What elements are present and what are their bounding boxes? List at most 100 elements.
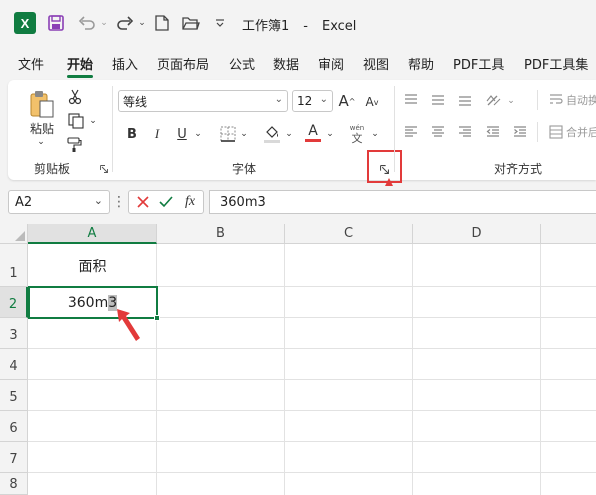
row-header-5[interactable]: 5 xyxy=(0,380,28,411)
paste-button[interactable]: 粘贴 xyxy=(22,120,62,136)
grid-line xyxy=(540,244,541,495)
row-header-3[interactable]: 3 xyxy=(0,318,28,349)
top-align-icon[interactable] xyxy=(402,92,420,108)
format-painter-icon[interactable] xyxy=(66,136,84,154)
align-center-icon[interactable] xyxy=(429,124,447,140)
fill-handle[interactable] xyxy=(154,315,160,321)
undo-icon[interactable] xyxy=(76,12,98,34)
merge-center-button[interactable]: 合并后 xyxy=(566,124,596,140)
column-header-c[interactable]: C xyxy=(285,224,413,244)
row-header-8[interactable]: 8 xyxy=(0,473,28,495)
wrap-text-button[interactable]: 自动换 xyxy=(566,92,596,108)
group-separator xyxy=(112,86,113,172)
font-size-select[interactable]: 12 ⌄ xyxy=(292,90,333,112)
paste-dropdown-icon[interactable]: ⌄ xyxy=(34,136,48,148)
underline-dropdown-icon[interactable]: ⌄ xyxy=(193,126,203,142)
align-right-icon[interactable] xyxy=(456,124,474,140)
name-box-dropdown-icon[interactable]: ⌄ xyxy=(94,194,103,207)
grid-line xyxy=(412,244,413,495)
grid-line xyxy=(28,379,596,380)
font-color-dropdown-icon[interactable]: ⌄ xyxy=(325,126,335,142)
cut-icon[interactable] xyxy=(66,88,84,106)
redo-dropdown-icon[interactable]: ⌄ xyxy=(137,14,147,32)
save-icon[interactable] xyxy=(46,12,66,34)
font-color-icon[interactable]: A xyxy=(303,122,323,144)
grid-line xyxy=(28,348,596,349)
increase-indent-icon[interactable] xyxy=(511,124,529,140)
column-header-b[interactable]: B xyxy=(157,224,285,244)
cancel-entry-icon[interactable] xyxy=(134,193,152,211)
tab-review[interactable]: 审阅 xyxy=(318,54,344,73)
decrease-font-size-icon[interactable]: Av xyxy=(362,92,382,112)
fill-color-dropdown-icon[interactable]: ⌄ xyxy=(284,126,294,142)
grid-line xyxy=(28,410,596,411)
wrap-text-icon[interactable] xyxy=(548,92,564,108)
bold-button[interactable]: B xyxy=(123,124,141,144)
select-all-corner[interactable] xyxy=(0,224,28,244)
borders-icon[interactable] xyxy=(218,124,238,144)
tab-data[interactable]: 数据 xyxy=(273,54,299,73)
grid-line xyxy=(28,472,596,473)
open-folder-icon[interactable] xyxy=(180,12,202,34)
decrease-indent-icon[interactable] xyxy=(484,124,502,140)
window-title: 工作簿1- Excel xyxy=(242,19,357,34)
redo-icon[interactable] xyxy=(114,12,136,34)
align-left-icon[interactable] xyxy=(402,124,420,140)
clipboard-dialog-launcher-icon[interactable] xyxy=(99,164,109,174)
middle-align-icon[interactable] xyxy=(429,92,447,108)
name-box[interactable]: A2 ⌄ xyxy=(8,190,110,214)
copy-icon[interactable] xyxy=(66,112,86,130)
alignment-group-label: 对齐方式 xyxy=(494,162,543,176)
row-header-6[interactable]: 6 xyxy=(0,411,28,442)
annotation-arrow-icon xyxy=(116,308,142,345)
font-group-label: 字体 xyxy=(232,162,257,176)
column-header-e[interactable] xyxy=(541,224,596,244)
borders-dropdown-icon[interactable]: ⌄ xyxy=(239,126,249,142)
formula-input[interactable]: 360m3 xyxy=(209,190,596,214)
orientation-dropdown-icon[interactable]: ⌄ xyxy=(506,94,516,108)
tab-pdf-toolset[interactable]: PDF工具集 xyxy=(524,54,588,73)
phonetic-dropdown-icon[interactable]: ⌄ xyxy=(370,126,380,142)
copy-dropdown-icon[interactable]: ⌄ xyxy=(88,114,98,128)
group-separator xyxy=(394,86,395,172)
orientation-icon[interactable] xyxy=(484,90,504,110)
row-header-1[interactable]: 1 xyxy=(0,244,28,287)
excel-logo-icon: X xyxy=(14,12,36,34)
row-header-2[interactable]: 2 xyxy=(0,287,28,318)
ribbon-tabs: 文件 开始 插入 页面布局 公式 数据 审阅 视图 帮助 PDF工具 PDF工具… xyxy=(0,50,596,78)
tab-insert[interactable]: 插入 xyxy=(112,54,138,73)
group-separator xyxy=(537,90,538,110)
italic-button[interactable]: I xyxy=(148,124,166,144)
active-tab-indicator xyxy=(67,75,93,78)
bottom-align-icon[interactable] xyxy=(456,92,474,108)
tab-view[interactable]: 视图 xyxy=(363,54,389,73)
column-header-a[interactable]: A xyxy=(28,224,157,244)
more-options-icon[interactable]: ⋮ xyxy=(112,192,126,212)
insert-function-button[interactable]: fx xyxy=(180,192,200,212)
fill-color-icon[interactable] xyxy=(262,123,282,145)
tab-formulas[interactable]: 公式 xyxy=(229,54,255,73)
font-name-select[interactable]: 等线 ⌄ xyxy=(118,90,288,112)
new-file-icon[interactable] xyxy=(152,12,172,34)
clipboard-group-label: 剪贴板 xyxy=(34,162,71,176)
row-header-7[interactable]: 7 xyxy=(0,442,28,473)
row-header-4[interactable]: 4 xyxy=(0,349,28,380)
increase-font-size-icon[interactable]: A ^ xyxy=(337,90,357,112)
tab-page-layout[interactable]: 页面布局 xyxy=(157,54,209,73)
grid-line xyxy=(28,441,596,442)
merge-center-icon[interactable] xyxy=(548,124,564,140)
tab-pdf-tools[interactable]: PDF工具 xyxy=(453,54,504,73)
cell-a1[interactable]: 面积 xyxy=(28,248,157,284)
tab-file[interactable]: 文件 xyxy=(18,54,44,73)
tab-home[interactable]: 开始 xyxy=(67,54,93,73)
underline-button[interactable]: U xyxy=(173,124,191,144)
group-separator xyxy=(537,122,538,142)
undo-dropdown-icon[interactable]: ⌄ xyxy=(99,14,109,32)
column-header-d[interactable]: D xyxy=(413,224,541,244)
tab-help[interactable]: 帮助 xyxy=(408,54,434,73)
paste-icon[interactable] xyxy=(26,88,58,120)
grid-line xyxy=(284,244,285,495)
confirm-entry-icon[interactable] xyxy=(157,193,175,211)
phonetic-guide-icon[interactable]: wén 文 xyxy=(346,122,368,146)
customize-toolbar-icon[interactable] xyxy=(212,12,228,34)
